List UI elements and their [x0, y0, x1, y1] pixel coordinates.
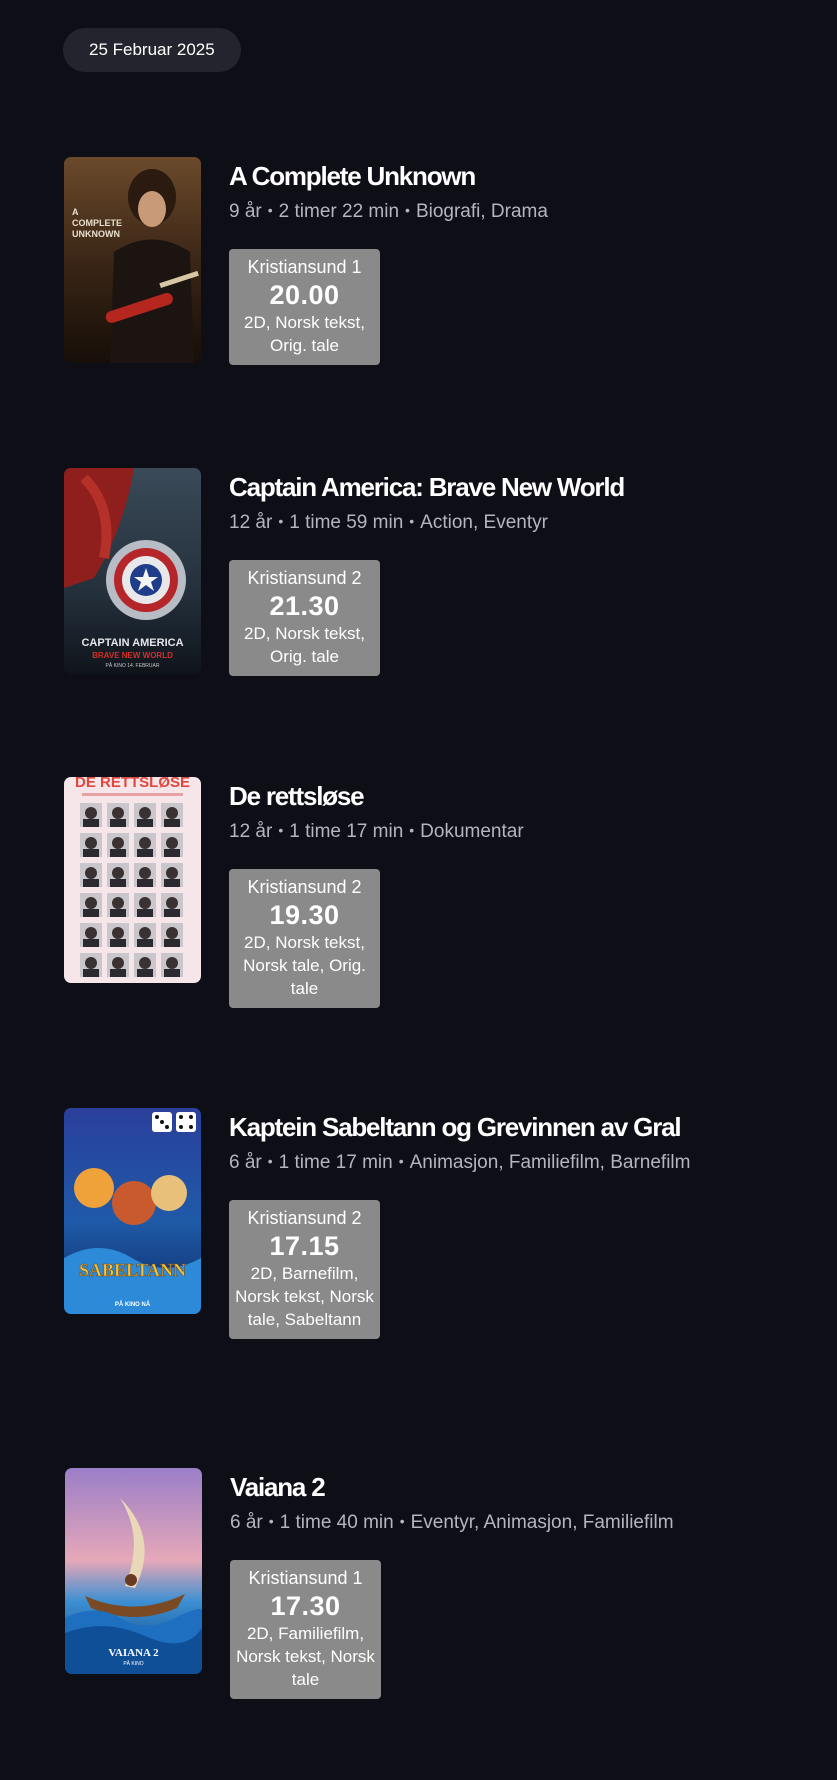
age-rating: 6 år: [229, 1152, 262, 1173]
genres: Dokumentar: [420, 821, 524, 842]
showtime-time: 20.00: [269, 280, 340, 310]
svg-text:SABELTANN: SABELTANN: [79, 1260, 186, 1280]
svg-text:A: A: [72, 207, 79, 217]
showtime-time: 17.15: [269, 1231, 340, 1261]
genres: Eventyr, Animasjon, Familiefilm: [410, 1512, 674, 1533]
separator-dot: •: [278, 822, 284, 838]
movie-meta: 6 år • 1 time 40 min • Eventyr, Animasjon, F…: [230, 1508, 820, 1536]
separator-dot: •: [267, 1153, 273, 1169]
duration: 1 time 59 min: [289, 512, 404, 533]
age-rating: 12 år: [229, 512, 273, 533]
age-rating: 9 år: [229, 201, 262, 222]
movie-poster[interactable]: SABELTANN PÅ KINO NÅ: [64, 1108, 201, 1314]
showtime-venue: Kristiansund 2: [247, 568, 362, 588]
duration: 1 time 40 min: [279, 1512, 394, 1533]
svg-text:DE RETTSLØSE: DE RETTSLØSE: [75, 777, 190, 791]
poster-image: VAIANA 2 PÅ KINO: [65, 1468, 202, 1674]
showtime-tags: 2D, Barnefilm, Norsk tekst, Norsk tale, …: [235, 1264, 374, 1329]
age-rating: 12 år: [229, 821, 273, 842]
svg-text:PÅ KINO 14. FEBRUAR: PÅ KINO 14. FEBRUAR: [106, 662, 160, 669]
movie-poster[interactable]: VAIANA 2 PÅ KINO: [65, 1468, 202, 1674]
movie-poster[interactable]: DE RETTSLØSE: [64, 777, 201, 983]
showtime-tags: 2D, Norsk tekst, Orig. tale: [244, 624, 365, 666]
showtime-button[interactable]: Kristiansund 1 17.30 2D, Familiefilm, No…: [230, 1560, 381, 1699]
genres: Action, Eventyr: [420, 512, 548, 533]
svg-text:COMPLETE: COMPLETE: [72, 218, 122, 228]
genres: Biografi, Drama: [415, 201, 548, 222]
movie-title[interactable]: De rettsløse: [229, 779, 819, 813]
movie-title[interactable]: Kaptein Sabeltann og Grevinnen av Gral: [229, 1110, 819, 1144]
separator-dot: •: [398, 1153, 404, 1169]
svg-text:UNKNOWN: UNKNOWN: [72, 229, 120, 239]
poster-image: A COMPLETE UNKNOWN: [64, 157, 201, 363]
showtime-button[interactable]: Kristiansund 2 21.30 2D, Norsk tekst, Or…: [229, 560, 380, 676]
separator-dot: •: [409, 513, 415, 529]
separator-dot: •: [409, 822, 415, 838]
duration: 2 timer 22 min: [278, 201, 400, 222]
svg-text:CAPTAIN AMERICA: CAPTAIN AMERICA: [81, 637, 183, 649]
separator-dot: •: [399, 1513, 405, 1529]
separator-dot: •: [268, 1513, 274, 1529]
svg-text:BRAVE NEW WORLD: BRAVE NEW WORLD: [92, 651, 173, 660]
movie-title[interactable]: A Complete Unknown: [229, 159, 819, 193]
movie-info: Captain America: Brave New World 12 år • 1…: [229, 468, 819, 676]
genres: Animasjon, Familiefilm, Barnefilm: [409, 1152, 691, 1173]
movie-meta: 12 år • 1 time 59 min • Action, Eventyr: [229, 508, 819, 536]
showtime-tags: 2D, Familiefilm, Norsk tekst, Norsk tale: [236, 1624, 375, 1689]
poster-image: DE RETTSLØSE: [64, 777, 201, 983]
movie-info: A Complete Unknown 9 år • 2 timer 22 min • B…: [229, 157, 819, 365]
showtime-button[interactable]: Kristiansund 1 20.00 2D, Norsk tekst, Or…: [229, 249, 380, 365]
movie-meta: 12 år • 1 time 17 min • Dokumentar: [229, 817, 819, 845]
showtime-venue: Kristiansund 2: [247, 877, 362, 897]
svg-text:PÅ KINO: PÅ KINO: [123, 1660, 143, 1667]
movie-meta: 6 år • 1 time 17 min • Animasjon, Familiefil…: [229, 1148, 819, 1176]
movie-info: Vaiana 2 6 år • 1 time 40 min • Eventyr, Ani…: [230, 1468, 820, 1699]
showtime-button[interactable]: Kristiansund 2 19.30 2D, Norsk tekst, No…: [229, 869, 380, 1008]
showtime-time: 19.30: [269, 900, 340, 930]
showtime-venue: Kristiansund 1: [248, 1568, 363, 1588]
separator-dot: •: [267, 202, 273, 218]
poster-image: CAPTAIN AMERICA BRAVE NEW WORLD PÅ KINO …: [64, 468, 201, 674]
movie-title[interactable]: Captain America: Brave New World: [229, 470, 819, 504]
separator-dot: •: [405, 202, 410, 218]
poster-image: SABELTANN PÅ KINO NÅ: [64, 1108, 201, 1314]
svg-text:VAIANA 2: VAIANA 2: [108, 1647, 159, 1659]
duration: 1 time 17 min: [289, 821, 404, 842]
showtime-time: 21.30: [269, 591, 340, 621]
date-chip[interactable]: 25 Februar 2025: [63, 28, 241, 72]
movie-poster[interactable]: A COMPLETE UNKNOWN: [64, 157, 201, 363]
movie-meta: 9 år • 2 timer 22 min • Biografi, Drama: [229, 197, 819, 225]
age-rating: 6 år: [230, 1512, 263, 1533]
duration: 1 time 17 min: [278, 1152, 393, 1173]
showtime-venue: Kristiansund 1: [247, 257, 362, 277]
showtime-button[interactable]: Kristiansund 2 17.15 2D, Barnefilm, Nors…: [229, 1200, 380, 1339]
showtime-tags: 2D, Norsk tekst, Orig. tale: [244, 313, 365, 355]
showtime-time: 17.30: [270, 1591, 341, 1621]
movie-poster[interactable]: CAPTAIN AMERICA BRAVE NEW WORLD PÅ KINO …: [64, 468, 201, 674]
separator-dot: •: [278, 513, 284, 529]
movie-title[interactable]: Vaiana 2: [230, 1470, 820, 1504]
svg-text:PÅ KINO NÅ: PÅ KINO NÅ: [115, 1301, 151, 1308]
movie-info: De rettsløse 12 år • 1 time 17 min • Dokumen…: [229, 777, 819, 1008]
showtime-venue: Kristiansund 2: [247, 1208, 362, 1228]
movie-info: Kaptein Sabeltann og Grevinnen av Gral 6…: [229, 1108, 819, 1339]
showtime-tags: 2D, Norsk tekst, Norsk tale, Orig. tale: [243, 933, 366, 998]
